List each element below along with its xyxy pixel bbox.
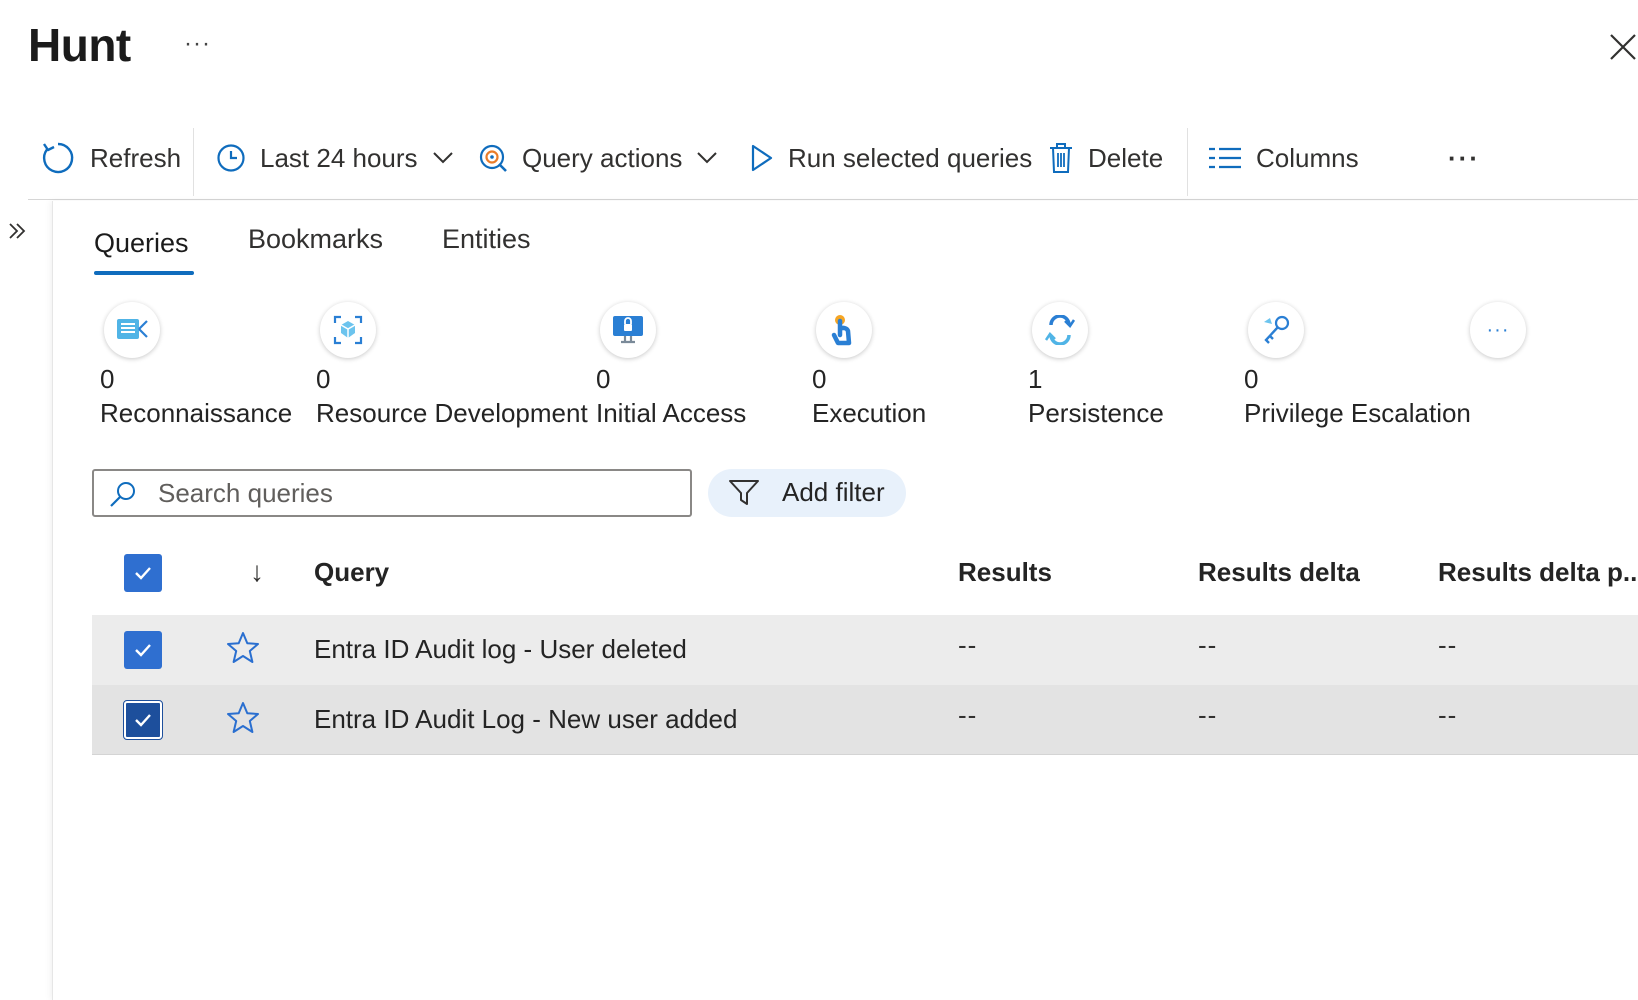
toolbar-divider — [1187, 128, 1188, 196]
toolbar-more-button[interactable]: ··· — [1448, 136, 1480, 180]
chevron-down-icon — [432, 152, 453, 164]
refresh-icon — [42, 142, 74, 174]
column-header-query[interactable]: Query — [314, 557, 389, 588]
tactics-more-button[interactable]: ··· — [1466, 302, 1530, 362]
row-checkbox[interactable] — [124, 631, 162, 669]
resource-development-icon — [320, 302, 376, 358]
tactic-privilege-escalation[interactable]: 0 Privilege Escalation — [1244, 302, 1484, 432]
results-delta-cell: -- — [1198, 700, 1218, 730]
table-row[interactable]: Entra ID Audit Log - New user added -- -… — [92, 685, 1638, 755]
persistence-icon — [1032, 302, 1088, 358]
search-icon — [110, 482, 135, 507]
tactic-reconnaissance[interactable]: 0 Reconnaissance — [100, 302, 310, 432]
column-header-results-delta-percent[interactable]: Results delta p... — [1438, 557, 1638, 588]
chevron-down-icon — [697, 152, 718, 164]
query-name[interactable]: Entra ID Audit Log - New user added — [314, 704, 737, 735]
tactic-resource-development[interactable]: 0 Resource Development — [316, 302, 588, 432]
query-actions-label: Query actions — [522, 142, 683, 173]
active-tab-indicator — [94, 271, 194, 275]
tactic-persistence[interactable]: 1 Persistence — [1028, 302, 1228, 432]
tactic-count: 0 — [812, 364, 827, 394]
time-range-label: Last 24 hours — [260, 142, 418, 173]
time-range-dropdown[interactable]: Last 24 hours — [216, 136, 454, 180]
search-input[interactable] — [158, 477, 678, 509]
column-header-results-delta[interactable]: Results delta — [1198, 557, 1360, 588]
tactic-initial-access[interactable]: 0 Initial Access — [596, 302, 796, 432]
trash-icon — [1050, 143, 1072, 173]
tactic-execution[interactable]: 0 Execution — [812, 302, 1012, 432]
delete-button[interactable]: Delete — [1048, 136, 1163, 180]
tactic-name: Execution — [812, 398, 927, 428]
expand-panel-icon[interactable] — [6, 218, 28, 244]
search-box[interactable] — [92, 469, 692, 517]
delete-label: Delete — [1088, 142, 1164, 173]
query-actions-dropdown[interactable]: Query actions — [478, 136, 718, 180]
tactic-count: 0 — [100, 364, 115, 394]
results-cell: -- — [958, 630, 978, 660]
columns-button[interactable]: Columns — [1208, 136, 1359, 180]
tactic-name: Initial Access — [596, 398, 747, 428]
columns-label: Columns — [1256, 142, 1359, 173]
run-selected-label: Run selected queries — [788, 142, 1033, 173]
close-icon[interactable] — [1608, 30, 1638, 64]
results-cell: -- — [958, 700, 978, 730]
queries-table: ↓ Query Results Results delta Results de… — [92, 540, 1638, 760]
columns-icon — [1209, 147, 1241, 169]
table-header: ↓ Query Results Results delta Results de… — [92, 540, 1638, 612]
select-all-checkbox[interactable] — [124, 554, 162, 592]
filter-icon — [729, 480, 759, 505]
row-checkbox[interactable] — [123, 700, 163, 740]
execution-icon — [816, 302, 872, 358]
refresh-button[interactable]: Refresh — [40, 136, 181, 180]
tab-bookmarks[interactable]: Bookmarks — [248, 224, 383, 255]
checkmark-icon — [135, 644, 151, 657]
checkmark-icon — [135, 714, 151, 727]
more-icon: ··· — [1470, 302, 1526, 358]
reconnaissance-icon — [104, 302, 160, 358]
sort-down-icon[interactable]: ↓ — [250, 556, 264, 588]
favorite-star-icon[interactable] — [226, 631, 260, 670]
results-delta-percent-cell: -- — [1438, 700, 1458, 730]
tactic-count: 0 — [1244, 364, 1259, 394]
favorite-star-icon[interactable] — [226, 701, 260, 740]
tactic-count: 0 — [596, 364, 611, 394]
add-filter-button[interactable]: Add filter — [708, 469, 906, 517]
tactic-count: 1 — [1028, 364, 1043, 394]
tactic-name: Persistence — [1028, 398, 1164, 428]
add-filter-label: Add filter — [782, 477, 885, 507]
results-delta-cell: -- — [1198, 630, 1218, 660]
checkmark-icon — [135, 567, 151, 580]
table-row[interactable]: Entra ID Audit log - User deleted -- -- … — [92, 615, 1638, 685]
tactic-count: 0 — [316, 364, 331, 394]
results-delta-percent-cell: -- — [1438, 630, 1458, 660]
refresh-label: Refresh — [90, 142, 182, 173]
page-header: Hunt ··· — [0, 0, 1638, 100]
column-header-results[interactable]: Results — [958, 557, 1052, 588]
tactic-name: Resource Development — [316, 398, 588, 428]
toolbar-divider — [193, 128, 194, 196]
tab-queries[interactable]: Queries — [94, 228, 189, 259]
run-selected-queries-button[interactable]: Run selected queries — [750, 136, 1032, 180]
tactic-name: Privilege Escalation — [1244, 398, 1471, 428]
title-more-button[interactable]: ··· — [184, 30, 211, 58]
query-actions-icon — [479, 144, 507, 172]
play-icon — [751, 144, 773, 172]
command-bar: Refresh Last 24 hours Query actions Run … — [28, 126, 1638, 200]
clock-icon — [217, 144, 245, 172]
tab-entities[interactable]: Entities — [442, 224, 531, 255]
privilege-escalation-icon — [1248, 302, 1304, 358]
tactics-more-label: ··· — [1486, 318, 1510, 341]
page-title: Hunt — [28, 19, 131, 71]
initial-access-icon — [600, 302, 656, 358]
tactic-name: Reconnaissance — [100, 398, 293, 428]
query-name[interactable]: Entra ID Audit log - User deleted — [314, 634, 687, 665]
